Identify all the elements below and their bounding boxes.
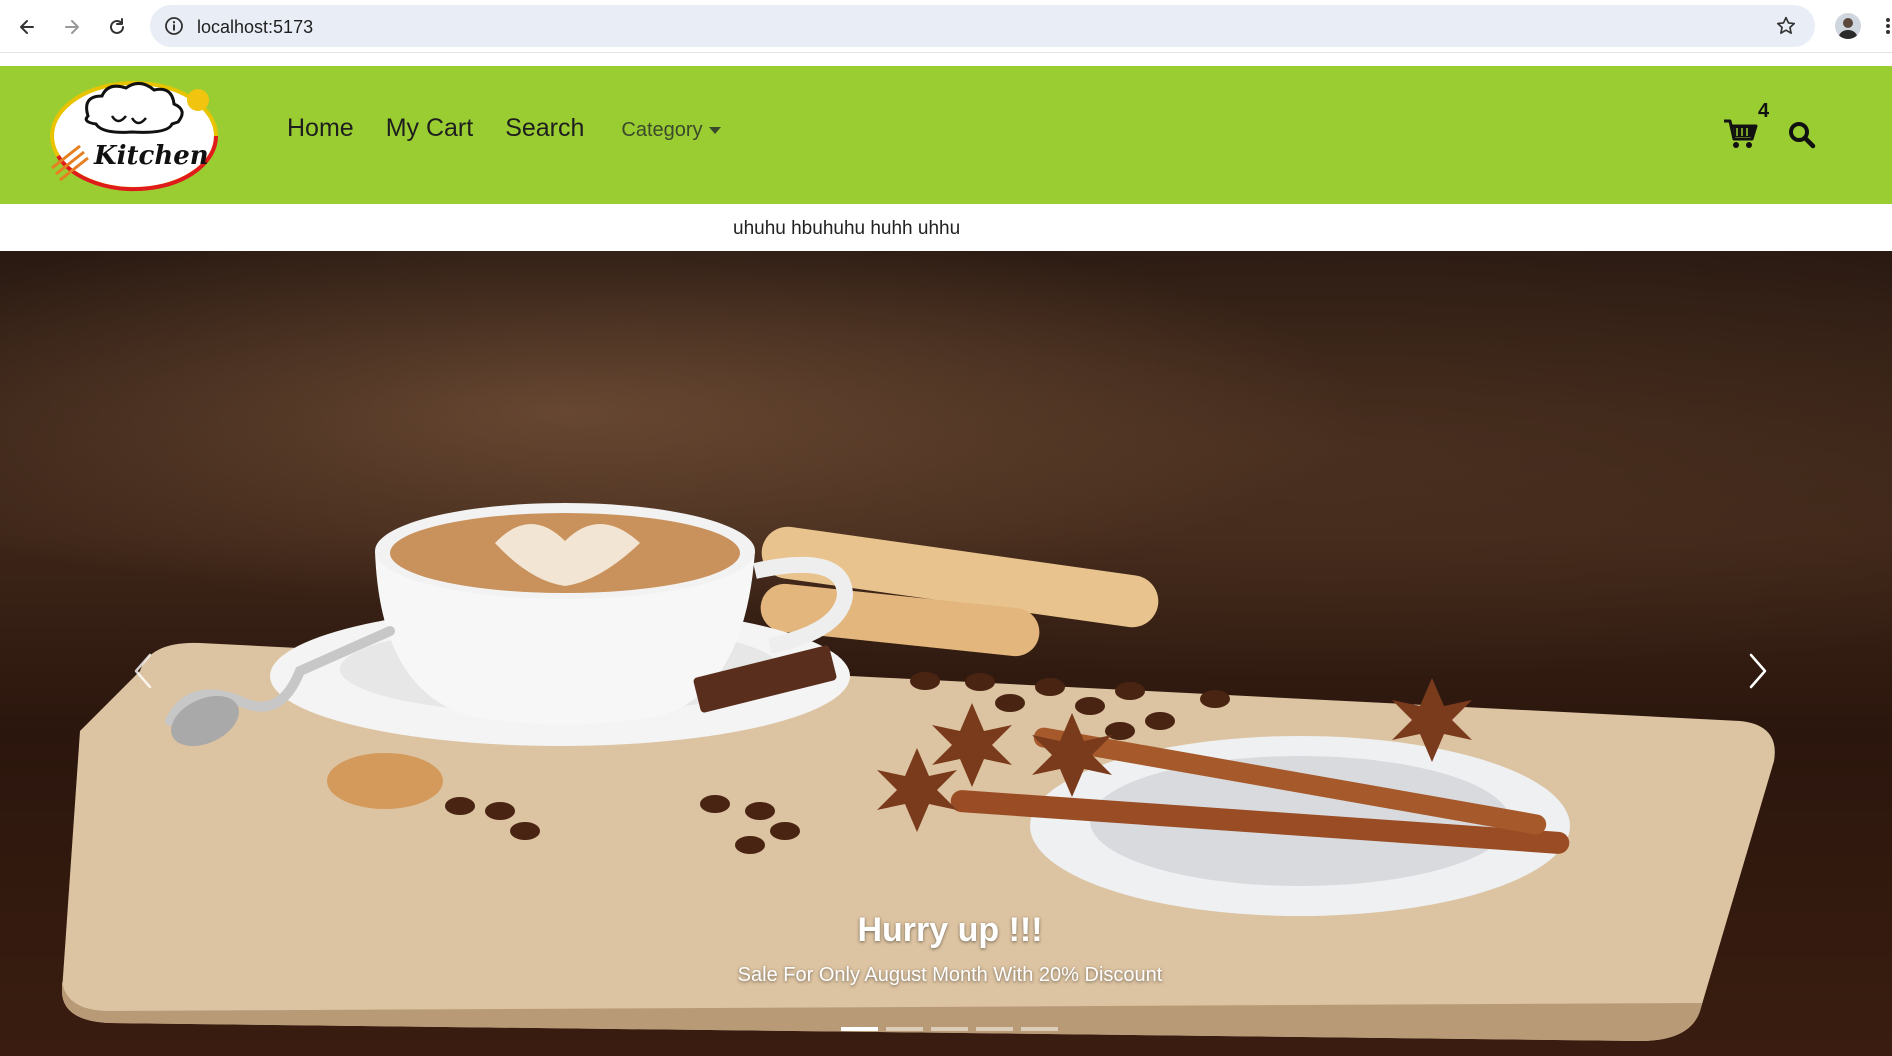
announcement-bar: uhuhu hbuhuhu huhh uhhu	[0, 204, 1892, 251]
nav-my-cart-link[interactable]: My Cart	[386, 114, 474, 143]
nav-search-link[interactable]: Search	[505, 114, 584, 143]
caret-down-icon	[708, 127, 721, 134]
carousel-indicator-5[interactable]	[1021, 1027, 1058, 1031]
carousel-indicator-4[interactable]	[976, 1027, 1013, 1031]
url-text[interactable]: localhost:5173	[197, 17, 313, 38]
category-dropdown[interactable]: Category	[621, 119, 721, 142]
reload-icon	[110, 18, 124, 34]
caption-subtitle: Sale For Only August Month With 20% Disc…	[737, 964, 1163, 986]
search-icon[interactable]	[1788, 121, 1816, 149]
kitchen-logo[interactable]: Kitchen	[48, 76, 223, 194]
caption-title: Hurry up !!!	[857, 911, 1043, 949]
carousel-caption: Hurry up !!! Sale For Only August Month …	[0, 911, 1892, 987]
more-menu-icon[interactable]	[1884, 16, 1892, 36]
carousel-indicator-2[interactable]	[886, 1027, 923, 1031]
hero-carousel: Hurry up !!! Sale For Only August Month …	[0, 251, 1892, 1056]
logo-text: Kitchen	[93, 141, 209, 171]
category-label: Category	[621, 119, 703, 141]
star-icon[interactable]	[1775, 15, 1797, 37]
carousel-indicator-1[interactable]	[841, 1027, 878, 1031]
carousel-prev-button[interactable]	[122, 641, 162, 701]
carousel-indicators	[841, 1027, 1058, 1031]
forward-button[interactable]	[57, 12, 87, 42]
main-nav: Home My Cart Search Category	[287, 114, 721, 143]
site-header: Kitchen Home My Cart Search Category 4	[0, 66, 1892, 204]
back-button[interactable]	[12, 12, 42, 42]
address-bar[interactable]: localhost:5173	[150, 5, 1815, 47]
nav-home-link[interactable]: Home	[287, 114, 354, 143]
browser-toolbar: localhost:5173	[0, 0, 1892, 53]
cart-icon[interactable]	[1722, 116, 1758, 152]
cart-count-badge: 4	[1758, 100, 1770, 122]
announcement-text: uhuhu hbuhuhu huhh uhhu	[733, 218, 961, 239]
reload-button[interactable]	[102, 12, 132, 42]
info-icon[interactable]	[164, 16, 184, 36]
arrow-left-icon	[20, 20, 34, 34]
carousel-indicator-3[interactable]	[931, 1027, 968, 1031]
carousel-next-button[interactable]	[1737, 641, 1777, 701]
arrow-right-icon	[65, 20, 79, 34]
profile-avatar[interactable]	[1835, 13, 1861, 39]
